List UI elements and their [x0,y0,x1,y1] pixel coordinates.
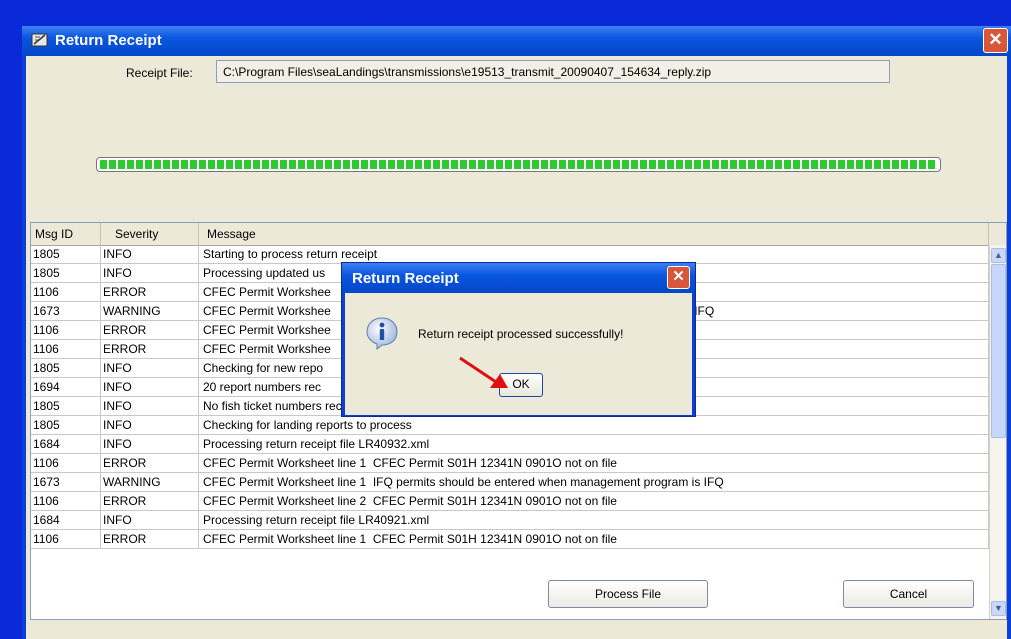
msg-id-cell: 1805 [31,416,101,434]
column-header-msg-id[interactable]: Msg ID [31,223,101,245]
table-row[interactable]: 1106 ERROR CFEC Permit Worksheet line 2 CF… [31,492,989,511]
dialog-message: Return receipt processed successfully! [418,327,624,341]
msg-id-cell: 1805 [31,359,101,377]
dialog-title: Return Receipt [352,270,459,287]
window-title: Return Receipt [55,32,162,49]
severity-cell: ERROR [101,321,199,339]
scrollbar-thumb[interactable] [991,264,1006,438]
severity-cell: INFO [101,264,199,282]
message-cell: CFEC Permit Worksheet line 1 CFEC Permit… [199,454,989,472]
annotation-arrow [459,356,508,388]
success-dialog: Return Receipt ✕ Return receipt processe… [341,262,696,417]
msg-id-cell: 1673 [31,302,101,320]
table-row[interactable]: 1673 WARNING CFEC Permit Worksheet line 1 … [31,473,989,492]
msg-id-cell: 1106 [31,321,101,339]
msg-id-cell: 1106 [31,283,101,301]
dialog-body: Return receipt processed successfully! O… [345,293,692,415]
severity-cell: INFO [101,511,199,529]
column-header-severity[interactable]: Severity [101,223,199,245]
app-icon [31,33,48,47]
msg-id-cell: 1106 [31,530,101,548]
process-file-button[interactable]: Process File [548,580,708,608]
msg-id-cell: 1694 [31,378,101,396]
severity-cell: INFO [101,378,199,396]
progress-bar [96,157,941,172]
table-row[interactable]: 1106 ERROR CFEC Permit Worksheet line 1 CF… [31,454,989,473]
severity-cell: ERROR [101,454,199,472]
message-cell: CFEC Permit Worksheet line 1 IFQ permits… [199,473,989,491]
window-close-button[interactable]: ✕ [983,28,1008,53]
msg-id-cell: 1106 [31,454,101,472]
message-cell: CFEC Permit Worksheet line 1 CFEC Permit… [199,530,989,548]
message-cell: Checking for landing reports to process [199,416,989,434]
msg-id-cell: 1805 [31,397,101,415]
message-cell: Starting to process return receipt [199,245,989,263]
info-icon [366,317,398,350]
msg-id-cell: 1805 [31,245,101,263]
table-row[interactable]: 1805 INFO Checking for landing reports to … [31,416,989,435]
severity-cell: INFO [101,359,199,377]
scroll-up-button[interactable]: ▲ [991,248,1006,263]
severity-cell: INFO [101,397,199,415]
msg-id-cell: 1106 [31,492,101,510]
receipt-file-label: Receipt File: [126,66,193,80]
severity-cell: INFO [101,416,199,434]
column-header-message[interactable]: Message [199,223,989,245]
severity-cell: WARNING [101,302,199,320]
severity-cell: ERROR [101,492,199,510]
msg-id-cell: 1106 [31,340,101,358]
severity-cell: WARNING [101,473,199,491]
dialog-close-button[interactable]: ✕ [667,266,690,289]
table-header: Msg ID Severity Message [31,223,1006,246]
msg-id-cell: 1673 [31,473,101,491]
scroll-down-button[interactable]: ▼ [991,601,1006,616]
cancel-button[interactable]: Cancel [843,580,974,608]
severity-cell: ERROR [101,340,199,358]
table-row[interactable]: 1684 INFO Processing return receipt file L… [31,511,989,530]
dialog-titlebar[interactable]: Return Receipt ✕ [342,263,695,293]
message-cell: CFEC Permit Worksheet line 2 CFEC Permit… [199,492,989,510]
message-cell: Processing return receipt file LR40921.x… [199,511,989,529]
message-cell: Processing return receipt file LR40932.x… [199,435,989,453]
table-row[interactable]: 1106 ERROR CFEC Permit Worksheet line 1 CF… [31,530,989,549]
table-row[interactable]: 1684 INFO Processing return receipt file L… [31,435,989,454]
msg-id-cell: 1684 [31,435,101,453]
severity-cell: INFO [101,435,199,453]
msg-id-cell: 1805 [31,264,101,282]
severity-cell: ERROR [101,283,199,301]
vertical-scrollbar[interactable]: ▲ ▼ [989,245,1006,619]
severity-cell: ERROR [101,530,199,548]
severity-cell: INFO [101,245,199,263]
progress-bar-fill [100,160,937,169]
window-titlebar[interactable]: Return Receipt ✕ [22,26,1011,56]
msg-id-cell: 1684 [31,511,101,529]
receipt-file-field[interactable]: C:\Program Files\seaLandings\transmissio… [216,60,890,83]
